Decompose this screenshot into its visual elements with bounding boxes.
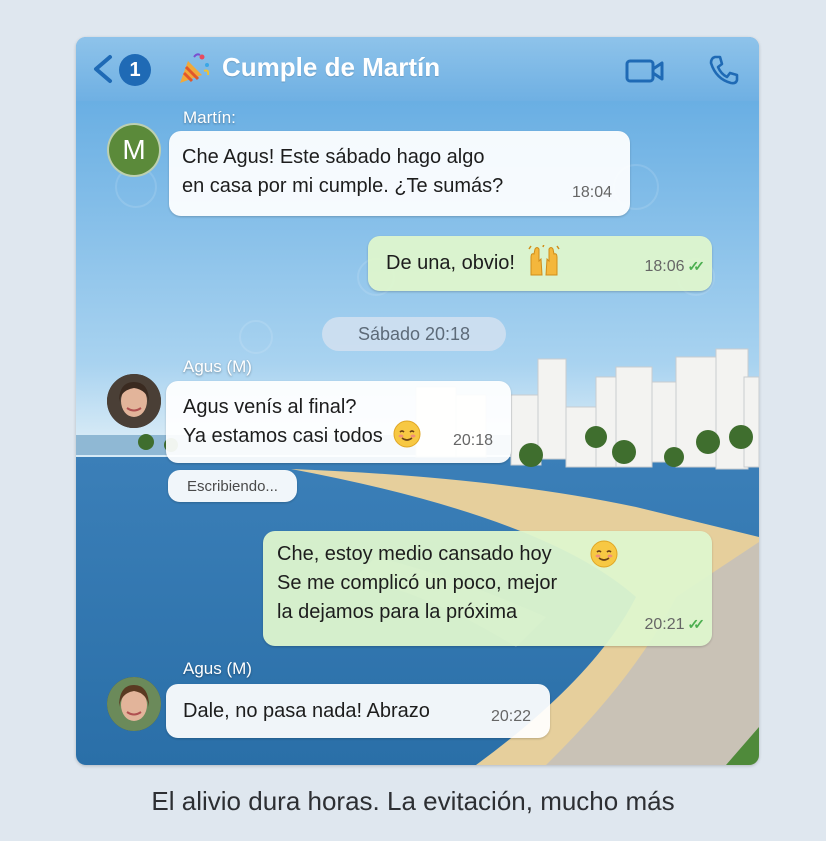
message-text: Agus venís al final? Ya estamos casi tod… [183, 396, 383, 447]
message-bubble-incoming[interactable]: Che Agus! Este sábado hago algo en casa … [169, 131, 630, 216]
message-text: Dale, no pasa nada! Abrazo [183, 700, 430, 722]
sender-name: Martín: [183, 108, 236, 127]
message-time: 20:22 [490, 708, 531, 725]
message-time: 20:18 [452, 432, 493, 449]
raising-hands-emoji [527, 244, 560, 276]
chat-title[interactable]: Cumple de Martín [222, 52, 440, 83]
chat-header: 1 Cumple de Martín [76, 37, 759, 101]
sender-name: Agus (M) [183, 659, 252, 678]
message-time: 20:21 [644, 616, 685, 633]
double-check-icon: ✓✓ [687, 616, 706, 632]
video-camera-icon[interactable] [625, 57, 665, 85]
message-bubble-incoming[interactable]: Agus venís al final? Ya estamos casi tod… [166, 381, 511, 463]
chat-window: 1 Cumple de Martín Martín: M Che Agus! E… [76, 37, 759, 765]
relieved-face-emoji [590, 540, 618, 568]
avatar[interactable]: M [107, 123, 161, 177]
typing-indicator: Escribiendo... [168, 470, 297, 502]
message-text: De una, obvio! [386, 252, 515, 274]
unread-count-badge[interactable]: 1 [119, 54, 151, 86]
avatar[interactable] [107, 374, 161, 428]
message-bubble-outgoing[interactable]: De una, obvio! 18:06 ✓✓ [368, 236, 712, 291]
party-popper-icon [180, 53, 210, 83]
date-separator: Sábado 20:18 [322, 317, 506, 351]
message-bubble-outgoing[interactable]: Che, estoy medio cansado hoy Se me compl… [263, 531, 712, 646]
message-time: 18:06 [644, 258, 685, 275]
message-bubble-incoming[interactable]: Dale, no pasa nada! Abrazo 20:22 [166, 684, 550, 738]
message-text: Che Agus! Este sábado hago algo en casa … [182, 146, 504, 197]
phone-icon[interactable] [708, 54, 740, 86]
double-check-icon: ✓✓ [687, 258, 706, 274]
avatar[interactable] [107, 677, 161, 731]
sender-name: Agus (M) [183, 357, 252, 376]
caption: El alivio dura horas. La evitación, much… [151, 786, 675, 816]
relieved-face-emoji [393, 420, 421, 448]
chevron-left-icon[interactable] [90, 54, 116, 84]
message-time: 18:04 [571, 184, 612, 201]
